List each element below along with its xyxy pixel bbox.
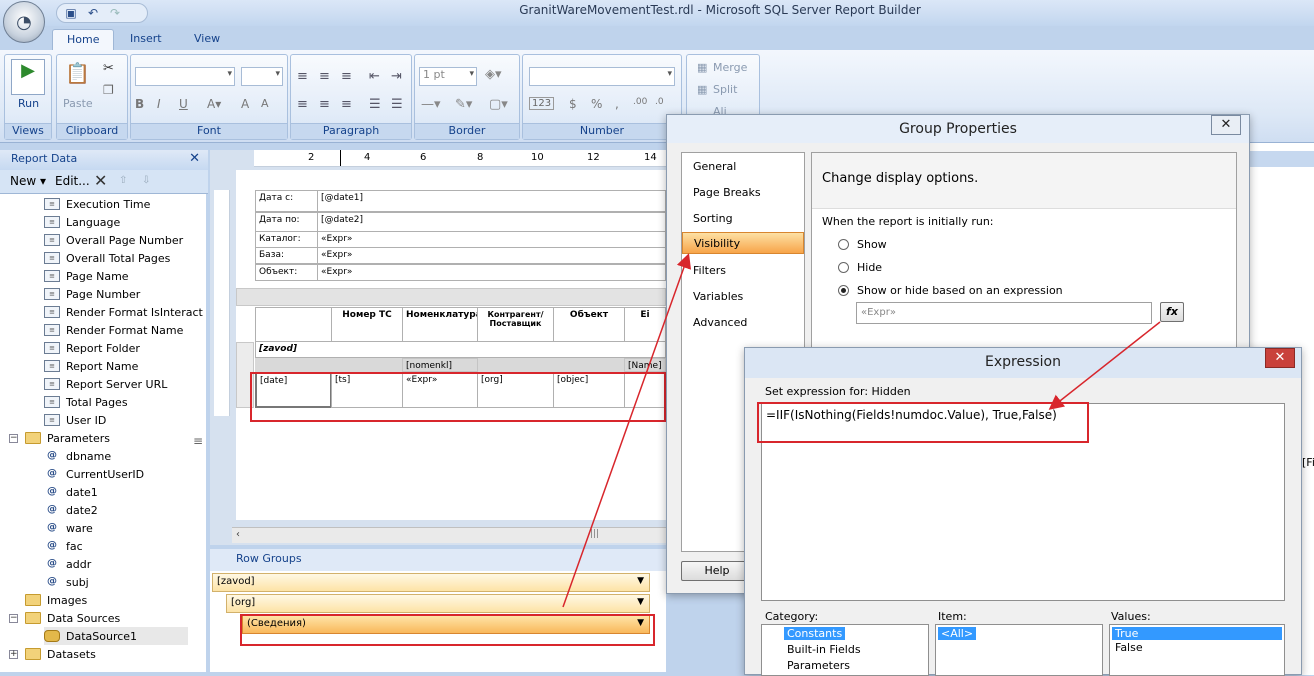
- annotation-arrows: [562, 253, 1161, 608]
- arrow-to-visibility: [562, 253, 692, 608]
- arrow-to-expression: [1048, 321, 1161, 410]
